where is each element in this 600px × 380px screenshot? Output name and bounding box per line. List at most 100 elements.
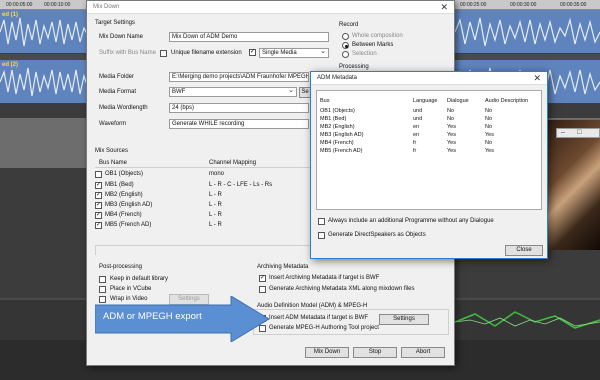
- media-format-select[interactable]: BWF: [169, 87, 297, 97]
- source-bus-name: MB3 (English AD): [105, 202, 153, 208]
- dialog-titlebar[interactable]: Mix Down ✕: [87, 1, 454, 14]
- generate-directspeakers-checkbox[interactable]: [318, 232, 325, 239]
- callout-arrow: ADM or MPEGH export: [94, 295, 271, 343]
- ruler-time: 00:00:35:00: [560, 2, 587, 8]
- archiving-option-label: Generate Archiving Metadata XML along mi…: [269, 286, 415, 292]
- language-cell: und: [413, 108, 423, 114]
- source-checkbox[interactable]: ✓: [95, 202, 102, 209]
- close-icon[interactable]: ✕: [533, 73, 541, 84]
- ruler-time: 00:00:25:00: [460, 2, 487, 8]
- unique-filename-label: Unique filename extension: [171, 50, 242, 56]
- record-whole-radio[interactable]: [342, 33, 349, 40]
- column-header: Bus: [320, 98, 330, 104]
- background-window-controls: – □: [556, 128, 600, 138]
- dialogue-cell: Yes: [447, 140, 456, 146]
- record-option-label: Selection: [352, 51, 377, 57]
- bus-cell: MB1 (Bed): [320, 116, 347, 122]
- mix-source-row[interactable]: ✓ MB2 (English) L - R: [95, 191, 335, 200]
- minimize-icon[interactable]: –: [561, 129, 565, 136]
- dialogue-cell: Yes: [447, 148, 456, 154]
- insert-archiving-checkbox[interactable]: ✓: [259, 275, 266, 282]
- column-header: Audio Description: [485, 98, 529, 104]
- audio-description-cell: No: [485, 124, 493, 130]
- adm-bus-table[interactable]: Bus Language Dialogue Audio Description …: [316, 90, 542, 210]
- ruler-time: 00:00:05:00: [6, 2, 33, 8]
- post-option-label: Place in VCube: [110, 286, 152, 292]
- bus-cell: MB5 (French AD): [320, 148, 363, 154]
- mix-source-row[interactable]: ✓ MB4 (French) L - R: [95, 211, 335, 220]
- source-checkbox[interactable]: ✓: [95, 212, 102, 219]
- close-button[interactable]: Close: [505, 245, 543, 256]
- table-row[interactable]: MB4 (French) fr Yes No: [317, 139, 541, 147]
- always-include-programme-label: Always include an additional Programme w…: [328, 218, 494, 224]
- table-row[interactable]: MB5 (French AD) fr Yes Yes: [317, 147, 541, 155]
- stop-button[interactable]: Stop: [353, 347, 397, 358]
- waveform-label: Waveform: [99, 121, 127, 127]
- table-divider: [95, 167, 311, 168]
- bus-cell: MB2 (English): [320, 124, 355, 130]
- source-bus-name: MB4 (French): [105, 212, 142, 218]
- record-selection-radio[interactable]: [342, 51, 349, 58]
- processing-heading: Processing: [339, 64, 369, 70]
- bus-name-header: Bus Name: [99, 160, 128, 166]
- post-processing-heading: Post-processing: [99, 264, 143, 270]
- mix-source-row[interactable]: ✓ MB1 (Bed) L - R - C - LFE - Ls - Rs: [95, 181, 335, 190]
- column-header: Dialogue: [447, 98, 469, 104]
- ruler-time: 00:00:10:00: [44, 2, 71, 8]
- record-between-marks-radio[interactable]: [342, 42, 349, 49]
- adm-settings-button[interactable]: Settings: [379, 314, 429, 325]
- audio-description-cell: No: [485, 108, 493, 114]
- generate-archiving-xml-checkbox[interactable]: [259, 286, 266, 293]
- restore-icon[interactable]: □: [577, 129, 581, 136]
- abort-button[interactable]: Abort: [401, 347, 445, 358]
- dialogue-cell: Yes: [447, 124, 456, 130]
- adm-option-label: Insert ADM Metadata if target is BWF: [269, 315, 369, 321]
- mix-down-name-input[interactable]: Mix Down of ADM Demo: [169, 32, 329, 42]
- mix-down-name-label: Mix Down Name: [99, 34, 144, 40]
- place-in-vcube-checkbox[interactable]: [99, 286, 106, 293]
- source-checkbox[interactable]: ✓: [95, 192, 102, 199]
- language-cell: en: [413, 124, 420, 130]
- media-wordlength-select[interactable]: 24 (bps): [169, 103, 309, 113]
- media-mode-select[interactable]: Single Media: [259, 48, 329, 58]
- media-folder-label: Media Folder: [99, 74, 135, 80]
- suffix-bus-name-checkbox[interactable]: [160, 50, 167, 57]
- source-checkbox[interactable]: [95, 171, 102, 178]
- audio-description-cell: Yes: [485, 132, 494, 138]
- audio-description-cell: No: [485, 140, 493, 146]
- media-wordlength-label: Media Wordlength: [99, 105, 148, 111]
- waveform-select[interactable]: Generate WHILE recording: [169, 119, 309, 129]
- dialogue-cell: No: [447, 108, 455, 114]
- adm-option-label: Generate MPEG-H Authoring Tool project: [269, 325, 379, 331]
- mix-sources-heading: Mix Sources: [95, 148, 129, 154]
- dialogue-cell: Yes: [447, 132, 456, 138]
- table-row[interactable]: MB1 (Bed) und No No: [317, 115, 541, 123]
- archiving-option-label: Insert Archiving Metadata if target is B…: [269, 275, 380, 281]
- record-option-label: Between Marks: [352, 42, 394, 48]
- media-folder-input[interactable]: E:\Merging demo projects\ADM Fraunhofer …: [169, 72, 309, 82]
- source-checkbox[interactable]: ✓: [95, 222, 102, 229]
- table-row[interactable]: MB3 (English AD) en Yes Yes: [317, 131, 541, 139]
- bus-cell: MB3 (English AD): [320, 132, 364, 138]
- table-row[interactable]: MB2 (English) en Yes No: [317, 123, 541, 131]
- source-bus-name: MB2 (English): [105, 192, 143, 198]
- archiving-heading: Archiving Metadata: [257, 264, 309, 270]
- source-checkbox[interactable]: ✓: [95, 182, 102, 189]
- unique-filename-checkbox[interactable]: ✓: [249, 49, 256, 56]
- generate-directspeakers-label: Generate DirectSpeakers as Objects: [328, 232, 426, 238]
- mix-source-row[interactable]: ✓ MB5 (French AD) L - R: [95, 221, 335, 230]
- video-thumbnail: [540, 120, 600, 250]
- dialog-titlebar[interactable]: ADM Metadata ✕: [311, 72, 547, 85]
- mix-source-row[interactable]: OB1 (Objects) mono: [95, 170, 335, 179]
- always-include-programme-checkbox[interactable]: [318, 218, 325, 225]
- mix-down-button[interactable]: Mix Down: [305, 347, 349, 358]
- language-cell: fr: [413, 148, 417, 154]
- close-icon[interactable]: ✕: [440, 2, 448, 13]
- language-cell: und: [413, 116, 423, 122]
- language-cell: en: [413, 132, 420, 138]
- keep-default-library-checkbox[interactable]: [99, 276, 106, 283]
- source-channel-mapping: L - R: [209, 212, 222, 218]
- mix-source-row[interactable]: ✓ MB3 (English AD) L - R: [95, 201, 335, 210]
- table-row[interactable]: OB1 (Objects) und No No: [317, 107, 541, 115]
- audio-description-cell: Yes: [485, 148, 494, 154]
